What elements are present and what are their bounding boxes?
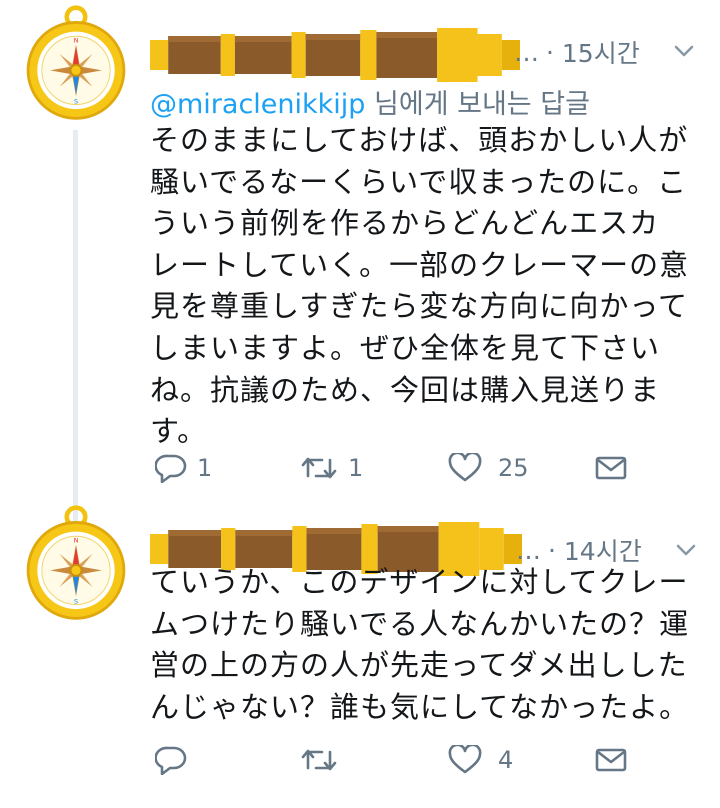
retweet-button[interactable]: 1 <box>300 446 363 490</box>
reply-to-handle[interactable]: @miraclenikkijp <box>150 89 365 120</box>
compass-avatar[interactable] <box>20 4 132 122</box>
reply-count: 1 <box>197 454 213 482</box>
like-count: 4 <box>498 746 514 774</box>
reply-to-suffix: 님에게 보내는 답글 <box>365 89 590 120</box>
like-button[interactable]: 25 <box>448 446 529 490</box>
tweet-actions: 4 <box>150 738 630 782</box>
compass-avatar[interactable] <box>20 504 132 622</box>
envelope-icon <box>595 748 627 772</box>
timestamp[interactable]: 15시간 <box>562 34 640 70</box>
tweet-meta: … · 15시간 <box>514 34 640 70</box>
heart-icon <box>448 745 482 774</box>
tweet[interactable]: … · 15시간 @miraclenikkijp 님에게 보내는 답글 そのまま… <box>0 0 720 520</box>
heart-icon <box>448 453 482 482</box>
reply-button[interactable]: 1 <box>155 446 212 490</box>
tweet-actions: 1 1 25 <box>150 446 630 490</box>
retweet-icon <box>301 457 337 479</box>
like-button[interactable]: 4 <box>448 738 513 782</box>
chevron-down-icon[interactable] <box>676 543 696 557</box>
telescope-image[interactable] <box>150 26 520 82</box>
reply-context: @miraclenikkijp 님에게 보내는 답글 <box>150 82 590 121</box>
direct-message-button[interactable] <box>595 446 627 490</box>
name-truncation: … <box>516 535 542 565</box>
envelope-icon <box>595 456 627 480</box>
retweet-count: 1 <box>348 454 364 482</box>
tweet[interactable]: … · 14시간 ていうか、このデザインに対してクレー ムつけたり騒いでる人なん… <box>0 500 720 808</box>
retweet-icon <box>301 749 337 771</box>
separator: · <box>548 535 564 565</box>
reply-icon <box>155 746 187 775</box>
retweet-button[interactable] <box>300 738 348 782</box>
direct-message-button[interactable] <box>595 738 627 782</box>
reply-button[interactable] <box>155 738 197 782</box>
name-truncation: … <box>514 37 540 67</box>
reply-icon <box>155 454 187 483</box>
separator: · <box>546 37 562 67</box>
tweet-text: そのままにしておけば、頭おかしい人が 騒いでるなーくらいで収まったのに。こ うい… <box>150 123 690 449</box>
tweet-text: ていうか、このデザインに対してクレー ムつけたり騒いでる人なんかいたの？運 営の… <box>150 565 690 724</box>
chevron-down-icon[interactable] <box>674 44 694 58</box>
like-count: 25 <box>498 454 529 482</box>
